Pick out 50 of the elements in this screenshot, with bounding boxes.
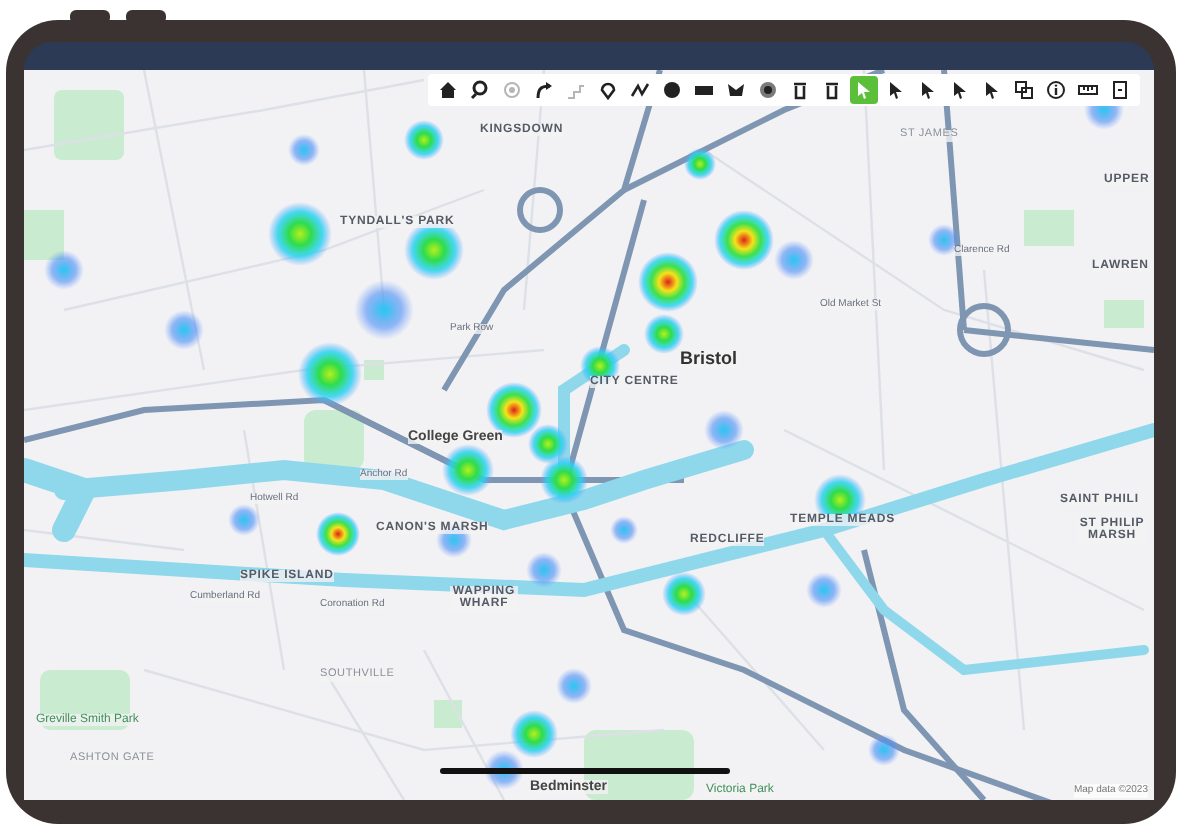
- heat-spot: [44, 250, 84, 290]
- circle-tool-button[interactable]: [658, 76, 686, 104]
- park-area: [1024, 210, 1074, 246]
- park-area: [1104, 300, 1144, 328]
- park-area: [24, 210, 64, 260]
- heat-spot: [298, 342, 362, 406]
- steps-icon: [566, 80, 586, 100]
- circle-icon: [662, 80, 682, 100]
- ruler-icon: [1078, 80, 1098, 100]
- export-icon: [1110, 80, 1130, 100]
- trash-icon: [790, 80, 810, 100]
- heat-spot: [510, 710, 558, 758]
- roundabout: [517, 187, 563, 233]
- rectangle-icon: [694, 80, 714, 100]
- roundabout: [957, 303, 1011, 357]
- heat-spot: [228, 504, 260, 536]
- heat-spot: [662, 572, 706, 616]
- polygon-icon: [726, 80, 746, 100]
- marker-icon: [598, 80, 618, 100]
- heat-spot: [442, 444, 494, 496]
- polyline-icon: [630, 80, 650, 100]
- locate-icon: [502, 80, 522, 100]
- heat-spot: [354, 280, 414, 340]
- heat-spot: [404, 120, 444, 160]
- heat-spot: [806, 572, 842, 608]
- home-icon: [438, 80, 458, 100]
- heat-spot: [316, 512, 360, 556]
- park-area: [434, 700, 462, 728]
- heat-spot: [540, 456, 588, 504]
- heat-spot: [868, 734, 900, 766]
- heat-spot: [528, 424, 568, 464]
- circle-marker-tool-button[interactable]: [754, 76, 782, 104]
- layers-button[interactable]: [1010, 76, 1038, 104]
- circle-marker-icon: [758, 80, 778, 100]
- heat-spot: [556, 668, 592, 704]
- city-label: Bristol: [680, 350, 738, 369]
- info-button[interactable]: [1042, 76, 1070, 104]
- redo-icon: [534, 80, 554, 100]
- info-icon: [1046, 80, 1066, 100]
- heat-spot: [164, 310, 204, 350]
- heat-spot: [288, 134, 320, 166]
- pin-search-icon: [470, 80, 490, 100]
- heat-spot: [704, 410, 744, 450]
- heat-spot: [610, 516, 638, 544]
- heat-spot: [526, 552, 562, 588]
- heat-spot: [684, 148, 716, 180]
- trash-icon: [822, 80, 842, 100]
- park-area: [54, 90, 124, 160]
- layers-icon: [1014, 80, 1034, 100]
- heat-spot: [268, 202, 332, 266]
